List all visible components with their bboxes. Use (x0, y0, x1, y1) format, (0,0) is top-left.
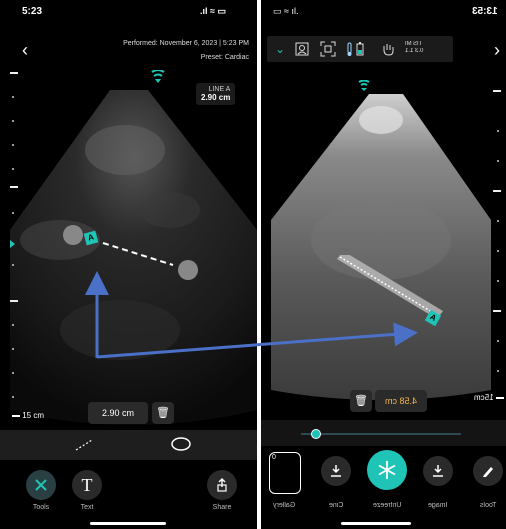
back-chevron-icon[interactable]: ‹ (22, 40, 28, 61)
gallery-thumbnail[interactable]: 0 (269, 452, 301, 494)
performed-date: Performed: November 6, 2023 | 5:23 PM (123, 40, 249, 47)
gallery-count: 0 (272, 454, 276, 461)
image-button[interactable] (423, 456, 453, 486)
snowflake-icon (378, 461, 396, 479)
cine-slider-track[interactable] (301, 433, 461, 435)
caliper-handle-start[interactable] (63, 225, 83, 245)
line-tool-icon[interactable] (74, 438, 94, 452)
cine-button[interactable] (321, 456, 351, 486)
pen-icon (483, 467, 493, 477)
measurement-value: 2.90 cm (201, 93, 231, 102)
share-icon (217, 478, 227, 492)
top-toolbar: ⌄ MI TIS 1.1 0.3 (267, 36, 453, 62)
text-icon[interactable]: T (72, 470, 102, 500)
cine-slider-thumb[interactable] (311, 429, 321, 439)
depth-label: 15 cm (12, 411, 44, 420)
status-icons: .ıl ≈ ▭ (200, 6, 226, 16)
measurement-name: LINE A (208, 86, 231, 93)
tools-button[interactable] (473, 456, 503, 486)
status-time: 13:53 (472, 6, 498, 17)
unfreeze-label: Unfreeze (372, 502, 402, 509)
text-label: Text (80, 504, 94, 511)
thermometer-battery-icon[interactable] (345, 38, 367, 60)
ultrasound-image[interactable] (261, 90, 506, 410)
home-indicator (90, 522, 166, 525)
gallery-label: Gallery (272, 502, 296, 509)
right-screenshot: ▭ ≈ ıl. 13:53 ⌄ MI TIS 1.1 0.3 › A 15cm … (261, 0, 506, 529)
person-icon[interactable] (291, 38, 313, 60)
home-indicator (341, 522, 411, 525)
tools-label: Tools (479, 502, 497, 509)
status-icons: ▭ ≈ ıl. (273, 6, 299, 16)
measurement-chip[interactable]: 2.90 cm (88, 402, 148, 424)
measurement-chip[interactable]: 4.58 cm (375, 390, 427, 412)
measurement-tool-bar (0, 430, 257, 460)
chevron-down-icon[interactable]: ⌄ (269, 38, 291, 60)
measurement-readout: LINE A 2.90 cm (196, 83, 236, 105)
left-screenshot: 5:23 .ıl ≈ ▭ ‹ Performed: November 6, 20… (0, 0, 257, 529)
cine-label: Cine (328, 502, 344, 509)
share-label: Share (212, 504, 232, 511)
download-icon (331, 465, 341, 477)
close-icon (35, 479, 47, 491)
share-button[interactable] (207, 470, 237, 500)
depth-label: 15cm (474, 393, 504, 402)
caliper-handle-end[interactable] (178, 260, 198, 280)
mi-tis-readout: MI TIS 1.1 0.3 (405, 41, 424, 54)
tools-button[interactable] (26, 470, 56, 500)
status-time: 5:23 (22, 6, 43, 17)
image-label: Image (428, 502, 448, 509)
forward-chevron-icon[interactable]: › (494, 40, 500, 61)
ellipse-tool-icon[interactable] (170, 436, 192, 452)
measurement-line[interactable] (55, 220, 205, 285)
download-icon (433, 465, 443, 477)
tools-label: Tools (32, 504, 50, 511)
cine-slider-bar (261, 420, 506, 446)
hand-icon[interactable] (377, 38, 399, 60)
scan-icon[interactable] (317, 38, 339, 60)
focus-marker-icon (10, 240, 15, 248)
unfreeze-button[interactable] (367, 450, 407, 490)
trash-icon[interactable]: 🗑︎ (152, 402, 174, 424)
trash-icon[interactable]: 🗑︎ (350, 390, 372, 412)
preset-label: Preset: Cardiac (200, 54, 249, 61)
